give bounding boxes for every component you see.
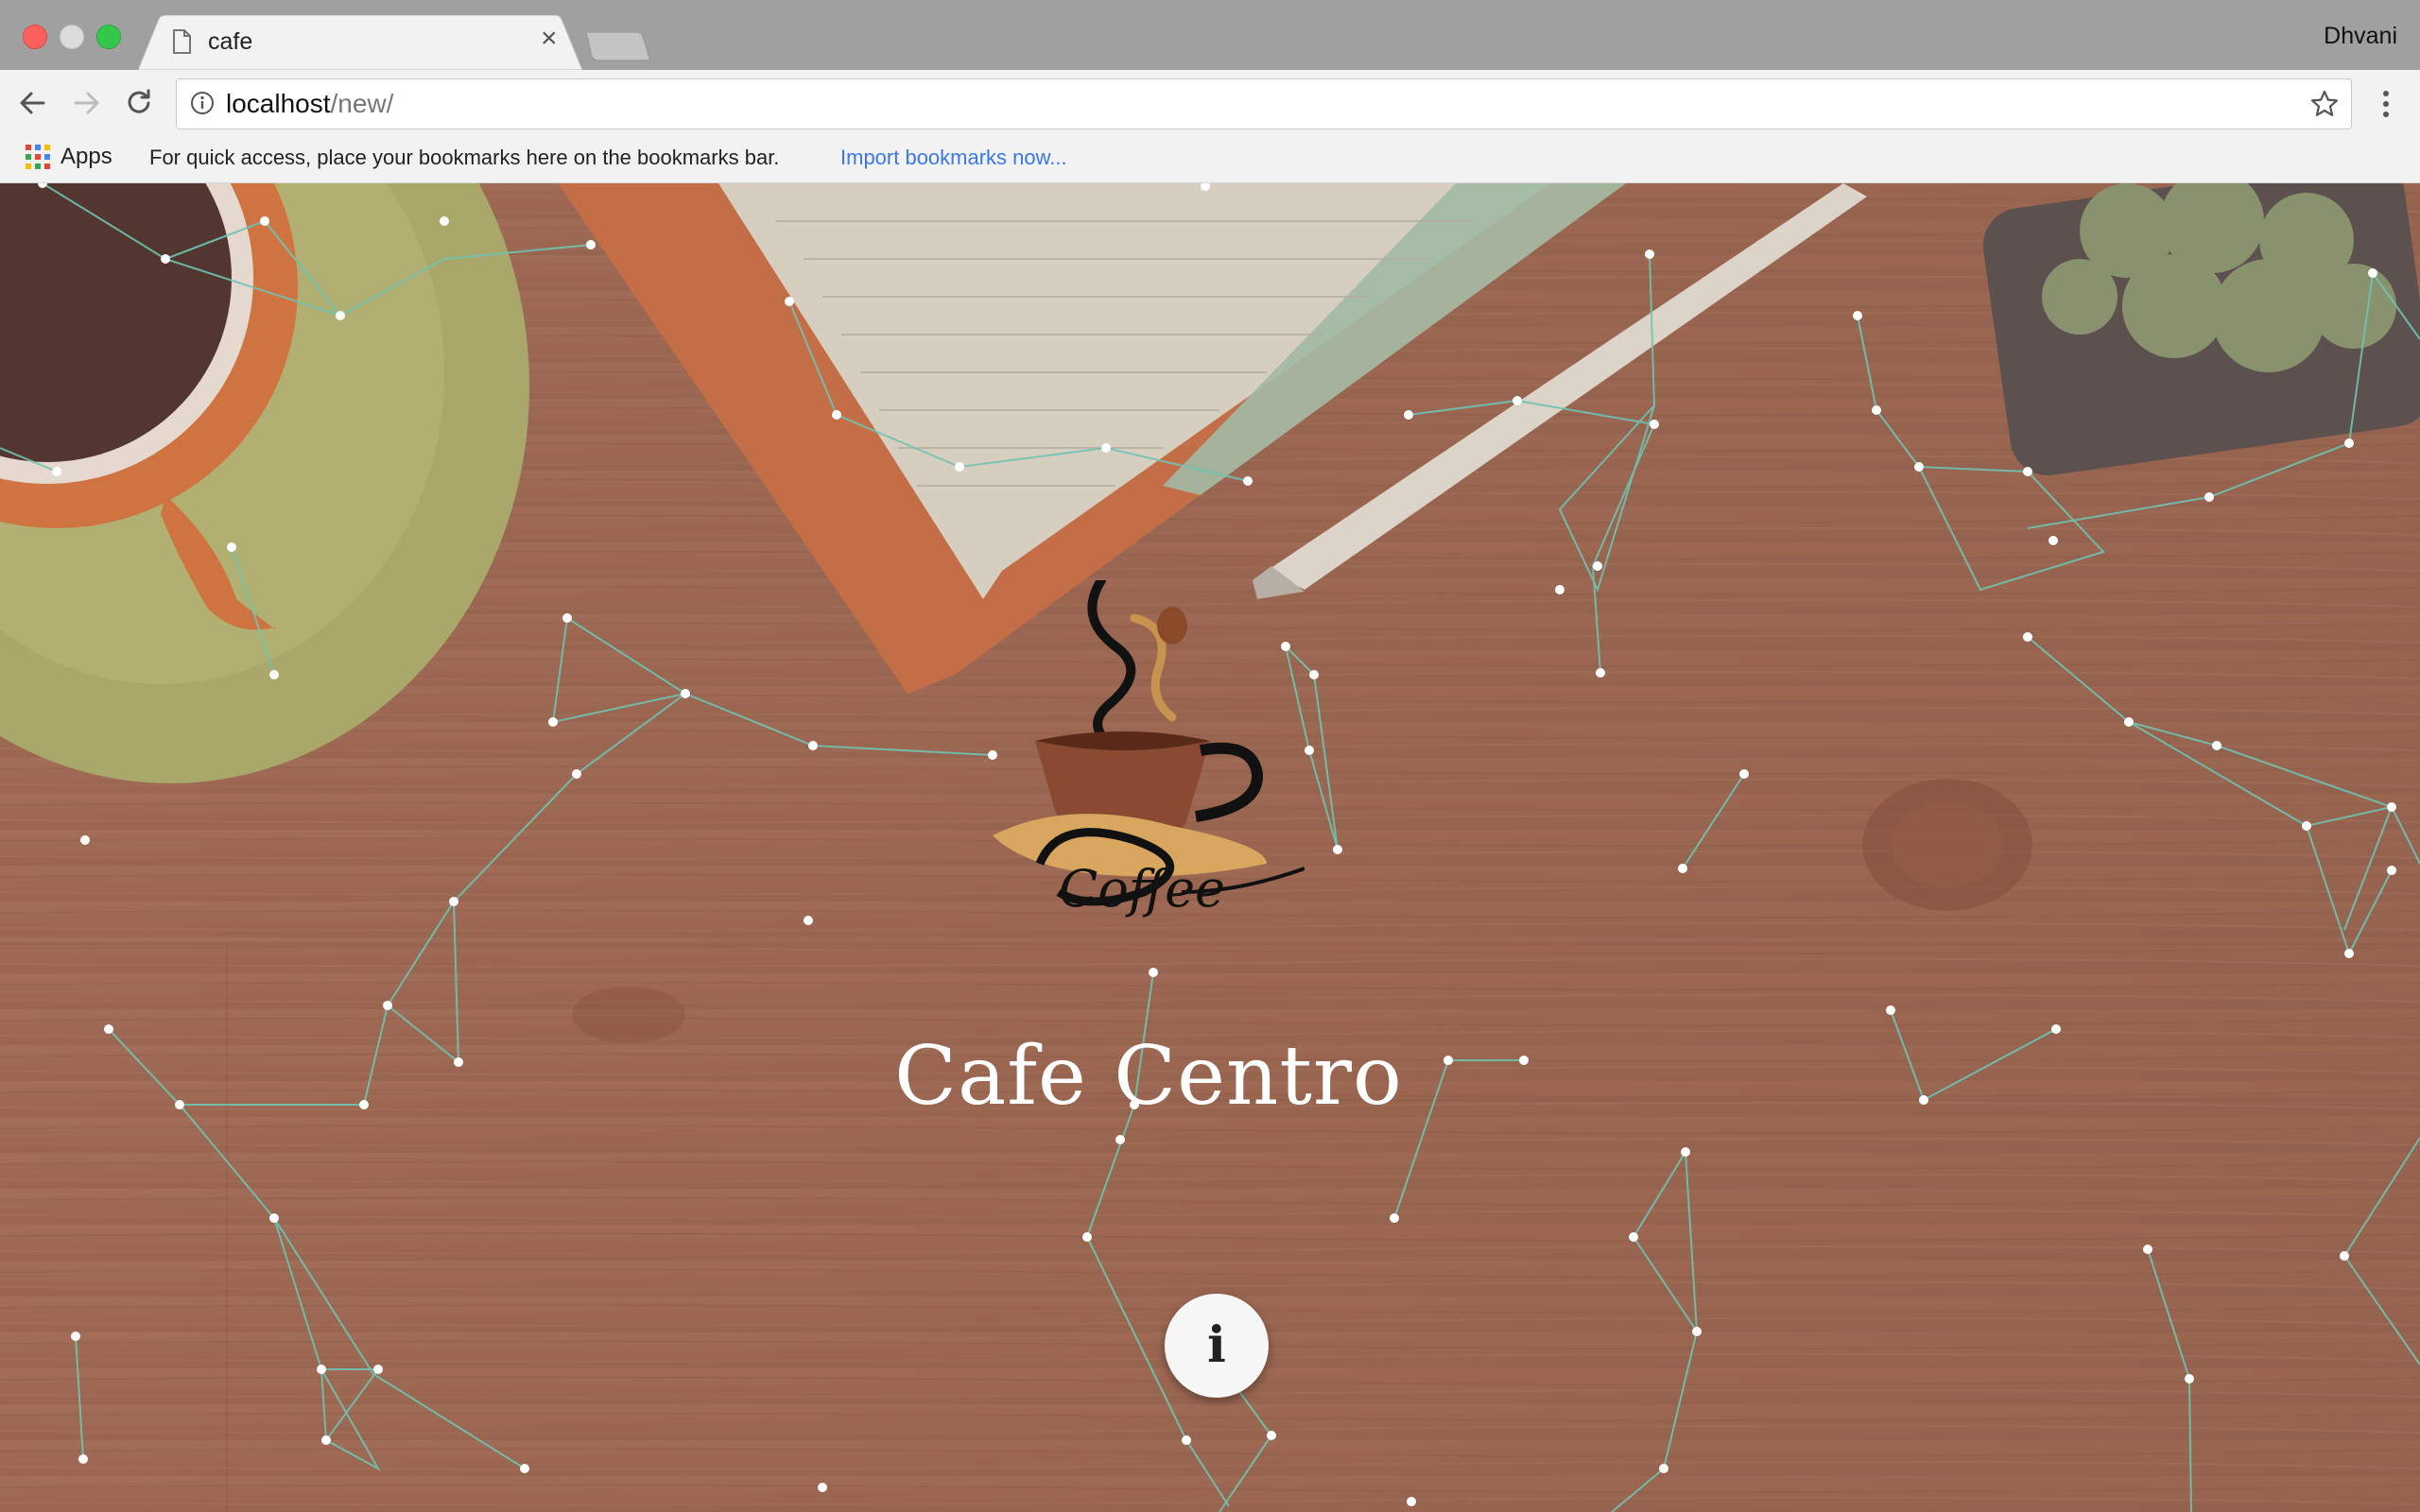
bookmarks-hint: For quick access, place your bookmarks h…: [149, 146, 780, 169]
url-path: /new/: [330, 89, 394, 118]
window-close-button[interactable]: [23, 25, 47, 49]
bookmark-star-icon[interactable]: [2309, 89, 2340, 119]
info-button[interactable]: i: [1165, 1294, 1269, 1398]
address-bar[interactable]: localhost/new/: [176, 78, 2352, 129]
coffee-cup-logo: Coffee: [993, 580, 1305, 919]
info-icon[interactable]: [190, 91, 215, 115]
tab-close-icon[interactable]: ×: [541, 25, 558, 53]
window-minimize-button[interactable]: [60, 25, 84, 49]
profile-name[interactable]: Dhvani: [2324, 23, 2397, 50]
bookmarks-bar: Apps For quick access, place your bookma…: [0, 136, 2420, 183]
document-icon: [173, 29, 191, 54]
tab-active[interactable]: cafe ×: [138, 15, 582, 70]
tab-background: [138, 15, 582, 70]
browser-menu-icon[interactable]: [2375, 87, 2397, 121]
apps-grid-icon[interactable]: [25, 144, 51, 170]
new-tab-button[interactable]: [584, 30, 652, 62]
back-arrow-icon[interactable]: [15, 85, 51, 121]
forward-arrow-icon[interactable]: [68, 85, 104, 121]
site-title: Cafe Centro: [894, 1029, 1403, 1124]
address-url[interactable]: localhost/new/: [226, 89, 393, 119]
page-hero: Coffee Cafe Centro i: [0, 183, 2420, 1512]
svg-text:Coffee: Coffee: [1059, 859, 1225, 919]
window-maximize-button[interactable]: [96, 25, 121, 49]
url-host: localhost: [226, 89, 331, 118]
tab-title: cafe: [208, 28, 253, 55]
reload-icon[interactable]: [121, 85, 157, 121]
window-titlebar: cafe × Dhvani: [0, 0, 2420, 70]
import-bookmarks-link[interactable]: Import bookmarks now...: [840, 146, 1067, 170]
apps-shortcut[interactable]: Apps: [60, 144, 112, 170]
